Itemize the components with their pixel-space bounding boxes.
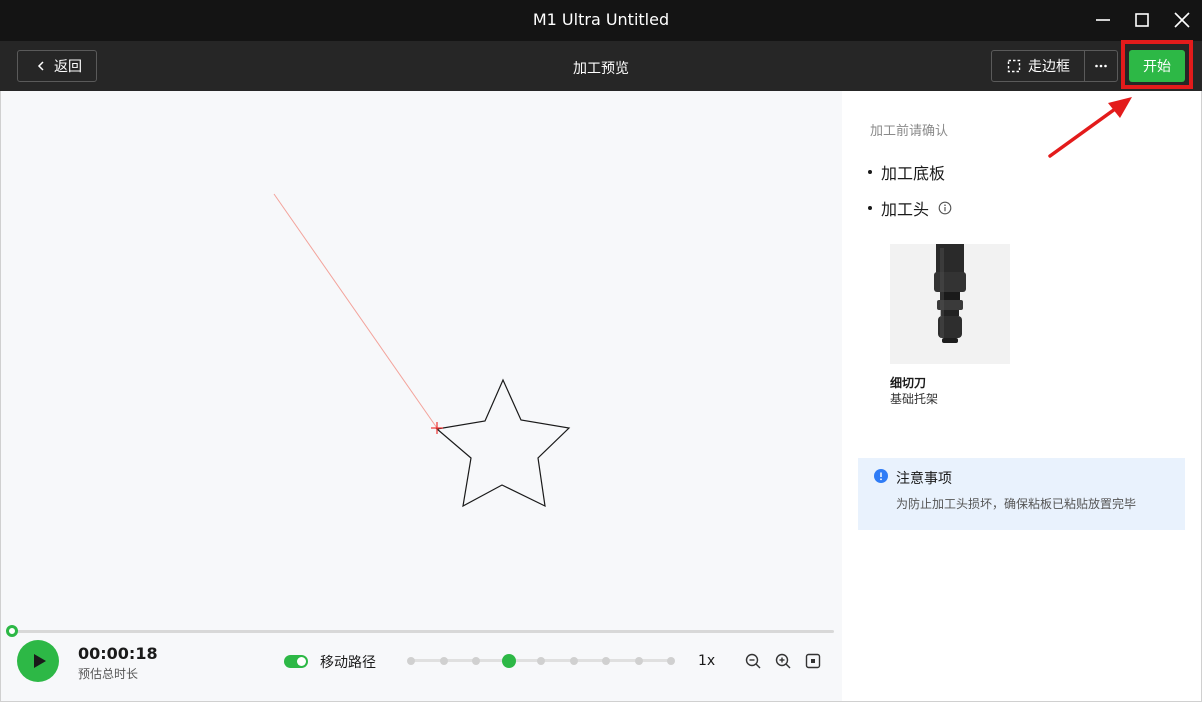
zoom-in-icon[interactable] [774,652,792,670]
frame-button-label: 走边框 [1028,59,1070,75]
bullet-dot [868,170,872,174]
info-icon[interactable] [938,201,952,215]
tool-image [890,244,1010,364]
speed-step-dot[interactable] [634,657,643,665]
progress-track[interactable] [13,630,834,633]
minimize-icon[interactable] [1091,8,1115,32]
notice-title: 注意事项 [896,471,952,487]
bullet-dot [868,206,872,210]
play-icon [33,654,46,668]
speed-step-dot[interactable] [569,657,578,665]
preview-drawing [273,193,571,508]
tool-holder: 基础托架 [890,392,939,406]
frame-button[interactable]: 走边框 [991,50,1085,82]
notice-box: 注意事项 为防止加工头损坏，确保粘板已粘贴放置完毕 [858,458,1185,530]
title-bar: M1 Ultra Untitled [0,0,1202,41]
close-icon[interactable] [1170,8,1194,32]
more-button[interactable] [1084,50,1118,82]
confirm-item-label: 加工头 [881,200,930,219]
confirm-panel: 加工前请确认 加工底板 加工头 细切刀 基础托架 注意事项 为防止加工头损坏，确… [842,91,1202,702]
speed-slider-handle[interactable] [501,654,516,668]
progress-handle[interactable] [6,625,18,637]
notice-info-icon [874,469,888,483]
speed-step-dot[interactable] [472,657,480,665]
travel-path-line [273,193,438,429]
more-dots-icon [1095,64,1107,68]
speed-step-dot[interactable] [537,657,545,665]
confirm-item-label: 加工底板 [881,164,946,183]
window-title: M1 Ultra Untitled [532,10,670,29]
speed-step-dot[interactable] [667,657,675,665]
star-shape [435,378,571,508]
preview-canvas[interactable]: 00:00:18 预估总时长 移动路径 1x [0,91,842,702]
estimated-time: 00:00:18 [78,644,158,663]
fine-cut-blade-icon [934,244,966,343]
fit-view-icon[interactable] [804,652,822,670]
tool-name: 细切刀 [890,376,927,390]
speed-step-dot[interactable] [439,657,448,665]
path-toggle[interactable] [284,655,308,668]
speed-step-dot[interactable] [407,657,415,665]
confirm-title: 加工前请确认 [870,124,949,139]
confirm-item-base-plate: 加工底板 [868,160,945,184]
start-button[interactable]: 开始 [1129,50,1185,82]
zoom-out-icon[interactable] [744,652,762,670]
speed-value: 1x [698,653,716,669]
confirm-item-tool-head: 加工头 [868,196,952,220]
path-toggle-label: 移动路径 [320,655,376,671]
speed-step-dot[interactable] [602,657,610,665]
notice-text: 为防止加工头损坏，确保粘板已粘贴放置完毕 [896,497,1137,511]
toolbar: 返回 加工预览 走边框 开始 [0,41,1202,91]
estimated-time-label: 预估总时长 [78,667,139,681]
dashed-frame-icon [1007,59,1021,73]
play-button[interactable] [17,640,59,682]
maximize-icon[interactable] [1130,8,1154,32]
